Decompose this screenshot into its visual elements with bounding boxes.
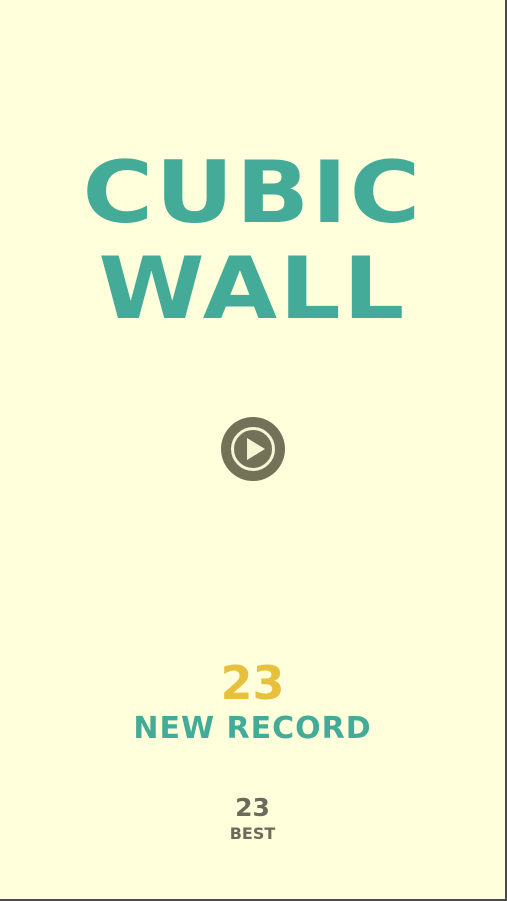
play-icon xyxy=(247,438,265,460)
play-button[interactable] xyxy=(221,417,285,481)
game-title-wall: WALL xyxy=(98,239,407,339)
game-start-screen: CUBIC WALL 23 NEW RECORD 23 BEST xyxy=(0,0,507,901)
game-title-cubic: CUBIC xyxy=(82,143,423,243)
best-score-label: BEST xyxy=(229,824,276,843)
new-record-label: NEW RECORD xyxy=(133,711,372,746)
best-score-value: 23 xyxy=(235,793,270,822)
current-score: 23 xyxy=(220,656,285,710)
